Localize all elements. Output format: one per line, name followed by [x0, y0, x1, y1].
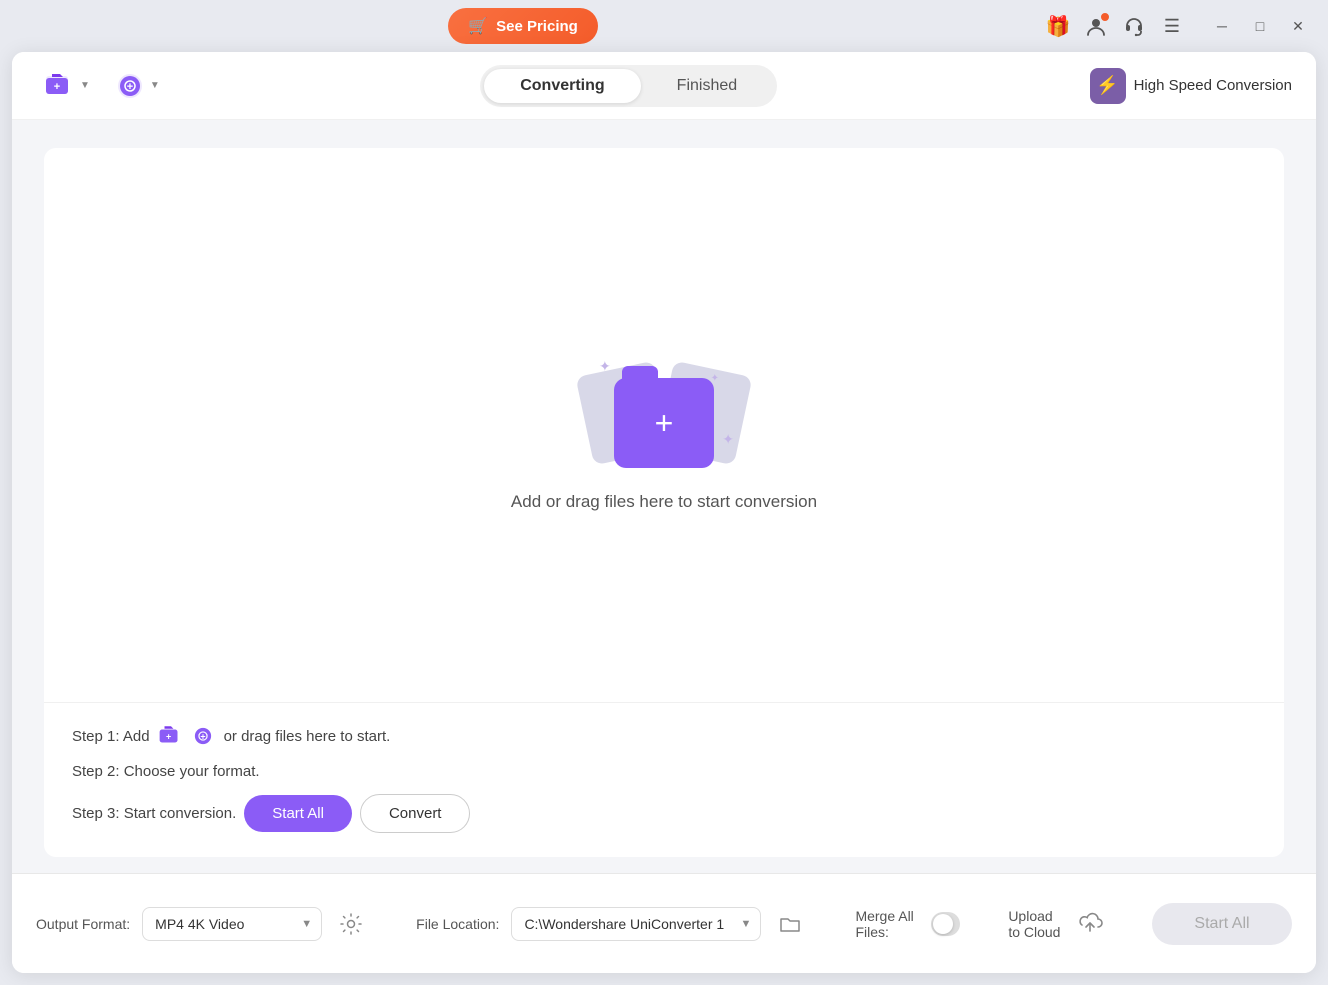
step-1-row: Step 1: Add + +: [72, 723, 1256, 749]
titlebar: 🛒 See Pricing 🎁 ☰: [0, 0, 1328, 52]
see-pricing-label: See Pricing: [496, 18, 578, 35]
file-location-label: File Location:: [416, 916, 499, 932]
merge-toggle[interactable]: [931, 912, 960, 936]
settings-icon: [340, 913, 362, 935]
merge-field: Merge All Files:: [855, 908, 960, 940]
titlebar-icons: 🎁 ☰: [1042, 10, 1188, 42]
step-3-row: Step 3: Start conversion. Start All Conv…: [72, 794, 1256, 833]
folder-main: +: [614, 378, 714, 468]
window-controls: ─ □ ✕: [1204, 8, 1316, 44]
steps-area: Step 1: Add + +: [44, 703, 1284, 857]
tab-converting[interactable]: Converting: [484, 69, 640, 103]
bottom-bar: Output Format: MP4 4K Video ▼ File Locat…: [12, 873, 1316, 973]
tool-chevron-1: ▼: [80, 80, 90, 91]
folder-icon: [779, 913, 801, 935]
app-window: + ▼ + ▼ Converting Finished: [12, 52, 1316, 973]
merge-label: Merge All Files:: [855, 908, 919, 940]
drop-area[interactable]: + ✦ ✦ ✦ Add or drag files here to start …: [44, 148, 1284, 703]
svg-text:+: +: [166, 731, 171, 741]
drop-text: Add or drag files here to start conversi…: [511, 492, 817, 512]
tool-chevron-2: ▼: [150, 80, 160, 91]
bolt-icon: ⚡: [1090, 68, 1126, 104]
close-button[interactable]: ✕: [1280, 8, 1316, 44]
folder-plus-icon: +: [655, 407, 674, 439]
output-format-settings-button[interactable]: [334, 907, 368, 941]
sparkle-2: ✦: [722, 431, 734, 448]
step-1-icons: + +: [158, 723, 216, 749]
minimize-button[interactable]: ─: [1204, 8, 1240, 44]
convert-button[interactable]: Convert: [360, 794, 471, 833]
user-notification-badge: [1100, 12, 1110, 22]
svg-text:+: +: [200, 731, 205, 741]
sparkle-1: ✦: [599, 358, 611, 375]
step-1-prefix: Step 1: Add: [72, 728, 150, 745]
add-media-icon: +: [114, 70, 146, 102]
step-1-suffix: or drag files here to start.: [224, 728, 391, 745]
gift-button[interactable]: 🎁: [1042, 10, 1074, 42]
output-format-select[interactable]: MP4 4K Video: [142, 907, 322, 941]
add-file-button[interactable]: + ▼: [36, 64, 98, 108]
right-section: Merge All Files: Upload to Cloud: [855, 903, 1292, 945]
cart-icon: 🛒: [468, 16, 488, 36]
menu-icon: ☰: [1164, 16, 1180, 37]
high-speed-label: High Speed Conversion: [1134, 77, 1292, 94]
upload-field: Upload to Cloud: [1008, 908, 1104, 940]
start-all-big-button[interactable]: Start All: [1152, 903, 1292, 945]
step-2-text: Step 2: Choose your format.: [72, 763, 260, 780]
svg-text:+: +: [127, 81, 133, 93]
toggle-knob: [933, 914, 953, 934]
step-3-prefix: Step 3: Start conversion.: [72, 805, 236, 822]
add-file-icon: +: [44, 70, 76, 102]
folder-illustration: + ✦ ✦ ✦: [584, 338, 744, 468]
menu-button[interactable]: ☰: [1156, 10, 1188, 42]
file-location-folder-button[interactable]: [773, 907, 807, 941]
add-media-button[interactable]: + ▼: [106, 64, 168, 108]
user-button[interactable]: [1080, 10, 1112, 42]
cloud-upload-icon: [1076, 909, 1104, 933]
tab-finished[interactable]: Finished: [641, 69, 773, 103]
output-format-label: Output Format:: [36, 916, 130, 932]
file-location-select-wrap: C:\Wondershare UniConverter 1 ▼: [511, 907, 761, 941]
headset-icon: [1123, 15, 1145, 37]
tab-toggle: Converting Finished: [480, 65, 777, 107]
step-add-media-icon: +: [190, 723, 216, 749]
start-all-button[interactable]: Start All: [244, 795, 352, 832]
upload-cloud-button[interactable]: [1076, 909, 1104, 939]
output-format-select-wrap: MP4 4K Video ▼: [142, 907, 322, 941]
high-speed-section: ⚡ High Speed Conversion: [1090, 68, 1292, 104]
maximize-button[interactable]: □: [1242, 8, 1278, 44]
svg-text:+: +: [54, 81, 60, 93]
drop-zone: + ✦ ✦ ✦ Add or drag files here to start …: [44, 148, 1284, 857]
folder-tab: [622, 366, 658, 380]
see-pricing-button[interactable]: 🛒 See Pricing: [448, 8, 598, 44]
upload-label: Upload to Cloud: [1008, 908, 1066, 940]
gift-icon: 🎁: [1046, 14, 1071, 39]
file-location-field: File Location: C:\Wondershare UniConvert…: [416, 907, 807, 941]
header-tools: + ▼ + ▼: [36, 64, 168, 108]
support-button[interactable]: [1118, 10, 1150, 42]
main-content: + ✦ ✦ ✦ Add or drag files here to start …: [12, 120, 1316, 873]
app-header: + ▼ + ▼ Converting Finished: [12, 52, 1316, 120]
step-2-row: Step 2: Choose your format.: [72, 763, 1256, 780]
output-format-field: Output Format: MP4 4K Video ▼: [36, 907, 368, 941]
file-location-select[interactable]: C:\Wondershare UniConverter 1: [511, 907, 761, 941]
sparkle-3: ✦: [711, 373, 719, 384]
step-add-file-icon: +: [158, 723, 184, 749]
